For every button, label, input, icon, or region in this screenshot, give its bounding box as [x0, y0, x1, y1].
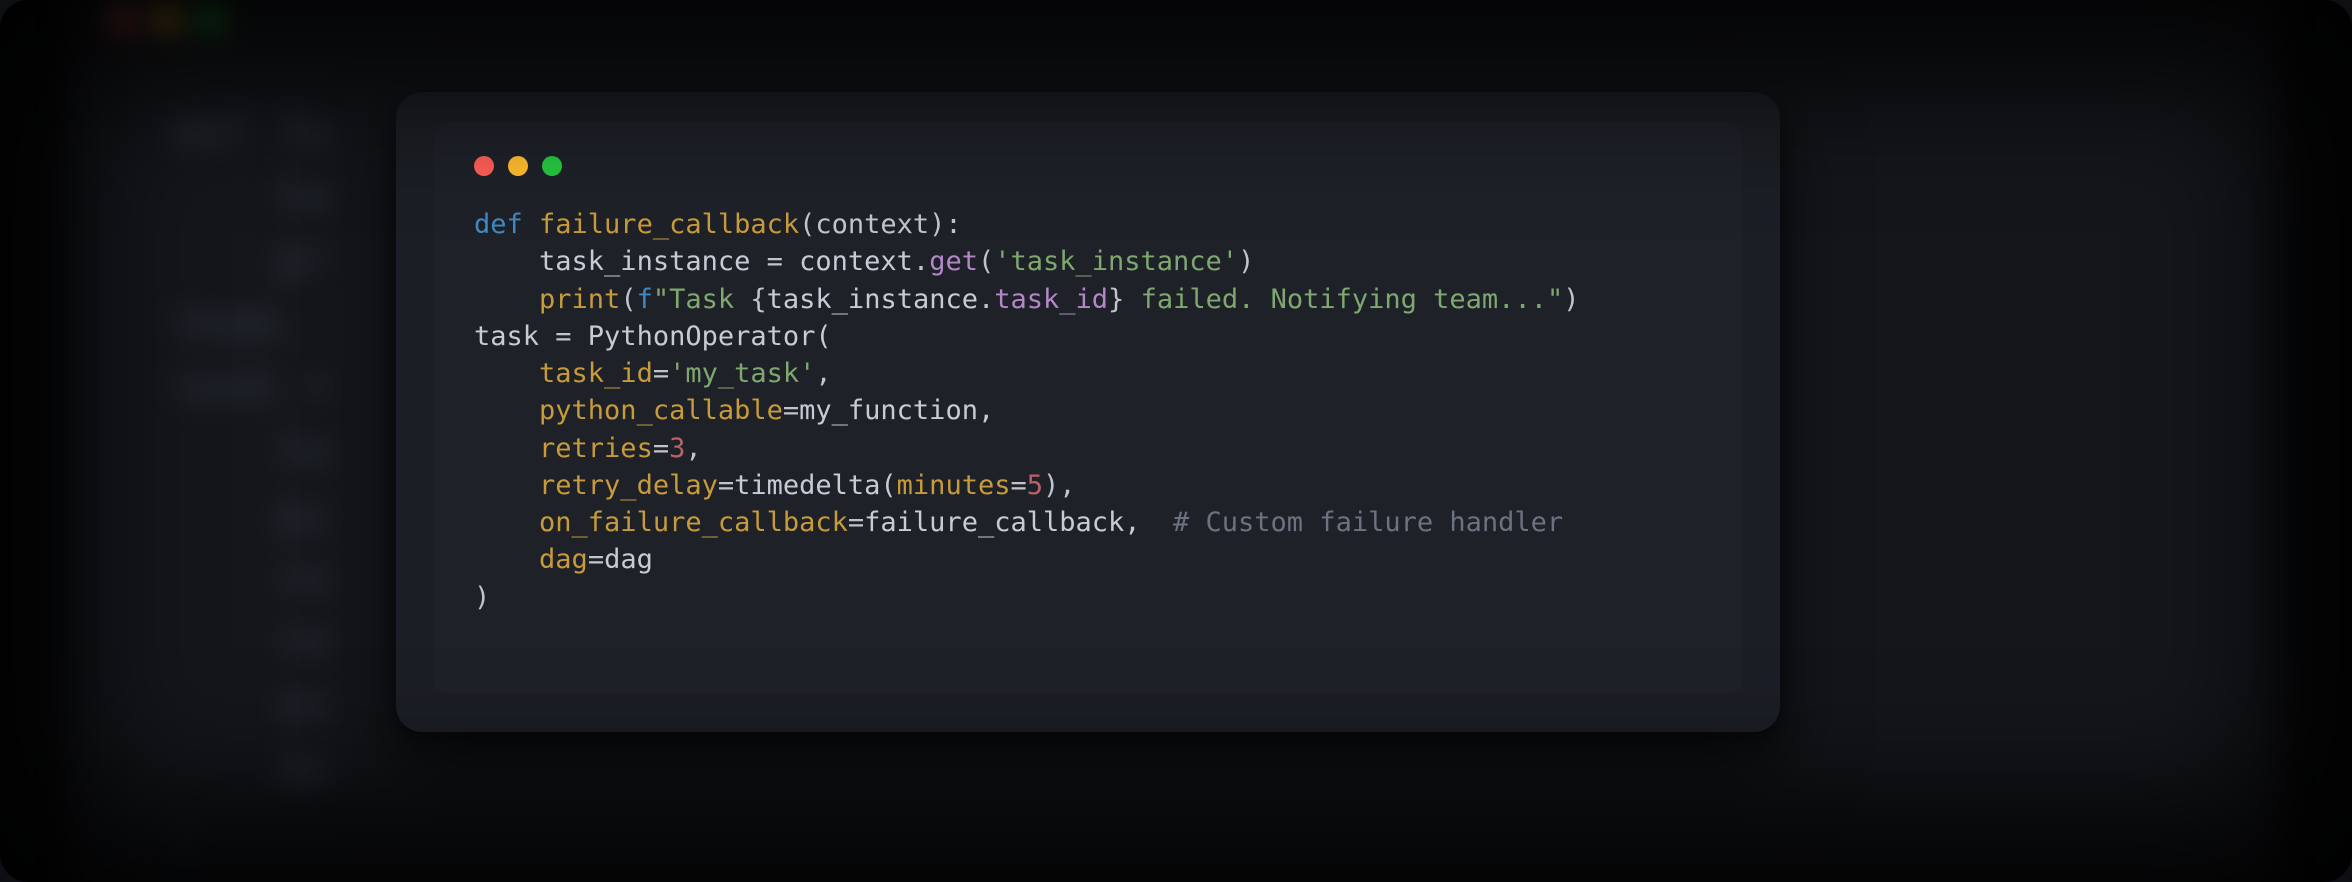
code-token: = [653, 433, 669, 464]
close-icon[interactable] [474, 156, 494, 176]
code-inner-panel: def failure_callback(context): task_inst… [434, 122, 1742, 694]
code-token: . [978, 284, 994, 315]
code-token: = [1010, 470, 1026, 501]
screenshot-stage: def fa ta pr team. task = ta py re re on… [0, 0, 2352, 882]
code-token: failure_callback, [864, 507, 1173, 538]
code-token: task_instance [767, 284, 978, 315]
code-token: task_id [994, 284, 1108, 315]
code-token [474, 395, 539, 426]
zoom-icon[interactable] [542, 156, 562, 176]
code-token: { [750, 284, 766, 315]
code-card: def failure_callback(context): task_inst… [396, 92, 1780, 732]
code-token: = [588, 544, 604, 575]
code-token: ( [978, 246, 994, 277]
code-token: PythonOperator( [572, 321, 832, 352]
code-token: = [783, 395, 799, 426]
bg-close-icon [110, 4, 136, 30]
code-token [474, 358, 539, 389]
background-ghost-code: def fa ta pr team. task = ta py re re on… [170, 100, 329, 866]
code-token: retries [539, 433, 653, 464]
code-token: = [848, 507, 864, 538]
code-token: print [539, 284, 620, 315]
traffic-lights [474, 156, 1702, 176]
code-token: ) [1563, 284, 1579, 315]
code-token: 3 [669, 433, 685, 464]
minimize-icon[interactable] [508, 156, 528, 176]
code-token: 5 [1027, 470, 1043, 501]
code-token: 'my_task' [669, 358, 815, 389]
code-token [474, 544, 539, 575]
code-token [474, 507, 539, 538]
bg-minimize-icon [154, 4, 180, 30]
code-token: "Task [653, 284, 751, 315]
code-token: , [685, 433, 701, 464]
code-token: def [474, 209, 539, 240]
code-token: ( [620, 284, 636, 315]
code-token: context [783, 246, 913, 277]
code-token [474, 433, 539, 464]
code-token: failed. Notifying team... [1124, 284, 1547, 315]
code-token: (context): [799, 209, 962, 240]
code-token: task_id [539, 358, 653, 389]
code-token: 'task_instance' [994, 246, 1238, 277]
code-token: retry_delay [539, 470, 718, 501]
code-token: on_failure_callback [539, 507, 848, 538]
code-token: = [767, 246, 783, 277]
code-token: = [555, 321, 571, 352]
code-token [474, 284, 539, 315]
code-block: def failure_callback(context): task_inst… [474, 206, 1702, 616]
code-token: minutes [897, 470, 1011, 501]
code-token [474, 470, 539, 501]
code-token: } [1108, 284, 1124, 315]
code-token: ) [474, 582, 490, 613]
code-token: = [718, 470, 734, 501]
code-token: task_instance [474, 246, 767, 277]
code-token: task [474, 321, 555, 352]
code-token: ), [1043, 470, 1076, 501]
code-token: , [815, 358, 831, 389]
code-token: python_callable [539, 395, 783, 426]
code-token: = [653, 358, 669, 389]
code-token: # Custom failure handler [1173, 507, 1563, 538]
code-token: f [637, 284, 653, 315]
code-token: dag [604, 544, 653, 575]
code-token: get [929, 246, 978, 277]
code-token: timedelta( [734, 470, 897, 501]
bg-zoom-icon [198, 4, 224, 30]
code-token: ) [1238, 246, 1254, 277]
code-token: " [1547, 284, 1563, 315]
code-token: dag [539, 544, 588, 575]
background-traffic-lights [110, 4, 224, 30]
code-token: failure_callback [539, 209, 799, 240]
code-token: my_function, [799, 395, 994, 426]
code-token: . [913, 246, 929, 277]
